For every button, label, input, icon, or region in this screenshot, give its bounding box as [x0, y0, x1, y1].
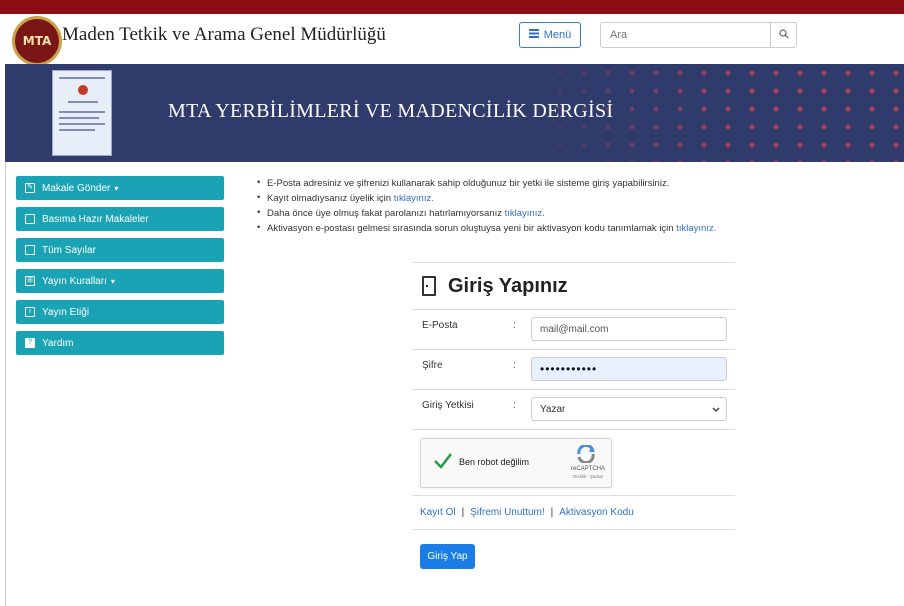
- login-title: Giriş Yapınız: [448, 274, 568, 297]
- info-note: Kayıt olmadıysanız üyelik için tıklayını…: [255, 192, 775, 204]
- top-accent-bar: [0, 0, 904, 14]
- login-button[interactable]: Giriş Yap: [420, 544, 475, 569]
- login-header: Giriş Yapınız: [412, 262, 735, 310]
- edit-icon: ✎: [25, 183, 35, 193]
- sidebar-item-label: Yardım: [42, 337, 74, 349]
- search-box: [600, 22, 797, 48]
- folder-icon: [25, 214, 35, 224]
- login-form: Giriş Yapınız E-Posta : mail@mail.com Şi…: [412, 262, 735, 580]
- role-row: Giriş Yetkisi : Yazar: [412, 390, 735, 430]
- door-icon: [422, 276, 436, 296]
- login-info-list: E-Posta adresiniz ve şifrenizi kullanara…: [255, 177, 775, 238]
- email-field[interactable]: mail@mail.com: [531, 317, 727, 341]
- sidebar-item-yayin-etigi[interactable]: i Yayın Etiği: [16, 300, 224, 324]
- password-row: Şifre : •••••••••••: [412, 350, 735, 390]
- journal-banner: MTA YERBİLİMLERİ VE MADENCİLİK DERGİSİ: [5, 64, 904, 162]
- password-label: Şifre: [422, 360, 443, 371]
- recaptcha-widget[interactable]: Ben robot değilim reCAPTCHA Gizlilik - Ş…: [420, 438, 612, 488]
- forgot-password-link[interactable]: Şifremi Unuttum!: [470, 507, 544, 518]
- activation-link[interactable]: tıklayınız.: [676, 223, 716, 234]
- sidebar-item-yayin-kurallari[interactable]: ⊞ Yayın Kuralları ▾: [16, 269, 224, 293]
- site-title[interactable]: Maden Tetkik ve Arama Genel Müdürlüğü: [62, 24, 386, 46]
- sidebar-item-label: Tüm Sayılar: [42, 244, 96, 256]
- journal-cover-image[interactable]: [52, 70, 112, 156]
- chevron-down-icon: [712, 404, 720, 415]
- search-icon: [778, 26, 789, 44]
- sidebar-nav: ✎ Makale Gönder ▾ Basıma Hazır Makaleler…: [16, 176, 224, 362]
- menu-icon: [528, 29, 539, 41]
- forgot-password-link[interactable]: tıklayınız.: [505, 208, 545, 219]
- email-label: E-Posta: [422, 320, 458, 331]
- role-label: Giriş Yetkisi: [422, 400, 474, 411]
- info-icon: i: [25, 307, 35, 317]
- search-input[interactable]: [601, 23, 770, 47]
- menu-button[interactable]: Menü: [519, 22, 581, 48]
- search-button[interactable]: [770, 23, 796, 47]
- captcha-row: Ben robot değilim reCAPTCHA Gizlilik - Ş…: [412, 430, 735, 496]
- info-note: Aktivasyon e-postası gelmesi sırasında s…: [255, 222, 775, 234]
- activation-code-link[interactable]: Aktivasyon Kodu: [559, 507, 634, 518]
- role-select[interactable]: Yazar: [531, 397, 727, 421]
- grid-icon: ⊞: [25, 276, 35, 286]
- sidebar-item-label: Yayın Etiği: [42, 306, 90, 318]
- sidebar-item-label: Yayın Kuralları: [42, 275, 107, 287]
- captcha-brand: reCAPTCHA: [570, 466, 605, 472]
- help-icon: ?: [25, 338, 35, 348]
- logo-text: MTA: [22, 34, 52, 48]
- sidebar-item-makale-gonder[interactable]: ✎ Makale Gönder ▾: [16, 176, 224, 200]
- caret-down-icon: ▾: [114, 183, 119, 193]
- info-note: Daha önce üye olmuş fakat parolanızı hat…: [255, 207, 775, 219]
- recaptcha-logo-icon: [575, 443, 597, 465]
- archive-icon: [25, 245, 35, 255]
- captcha-label: Ben robot değilim: [459, 457, 530, 467]
- captcha-privacy[interactable]: Gizlilik - Şartlar: [568, 474, 608, 479]
- journal-title: MTA YERBİLİMLERİ VE MADENCİLİK DERGİSİ: [168, 100, 614, 122]
- email-row: E-Posta : mail@mail.com: [412, 310, 735, 350]
- left-border: [5, 162, 6, 606]
- sidebar-item-yardim[interactable]: ? Yardım: [16, 331, 224, 355]
- register-link[interactable]: Kayıt Ol: [420, 507, 456, 518]
- checkmark-icon[interactable]: [433, 451, 453, 471]
- password-field[interactable]: •••••••••••: [531, 357, 727, 381]
- register-link[interactable]: tıklayınız.: [394, 193, 434, 204]
- sidebar-item-basima-hazir[interactable]: Basıma Hazır Makaleler: [16, 207, 224, 231]
- account-links: Kayıt Ol | Şifremi Unuttum! | Aktivasyon…: [412, 496, 735, 530]
- submit-row: Giriş Yap: [412, 530, 735, 580]
- caret-down-icon: ▾: [110, 276, 115, 286]
- info-note: E-Posta adresiniz ve şifrenizi kullanara…: [255, 177, 775, 189]
- sidebar-item-label: Makale Gönder: [42, 182, 111, 194]
- mta-logo[interactable]: MTA: [12, 16, 62, 66]
- sidebar-item-tum-sayilar[interactable]: Tüm Sayılar: [16, 238, 224, 262]
- site-header: MTA Maden Tetkik ve Arama Genel Müdürlüğ…: [0, 14, 904, 66]
- sidebar-item-label: Basıma Hazır Makaleler: [42, 213, 149, 225]
- role-select-value: Yazar: [540, 403, 566, 415]
- menu-label: Menü: [543, 29, 572, 41]
